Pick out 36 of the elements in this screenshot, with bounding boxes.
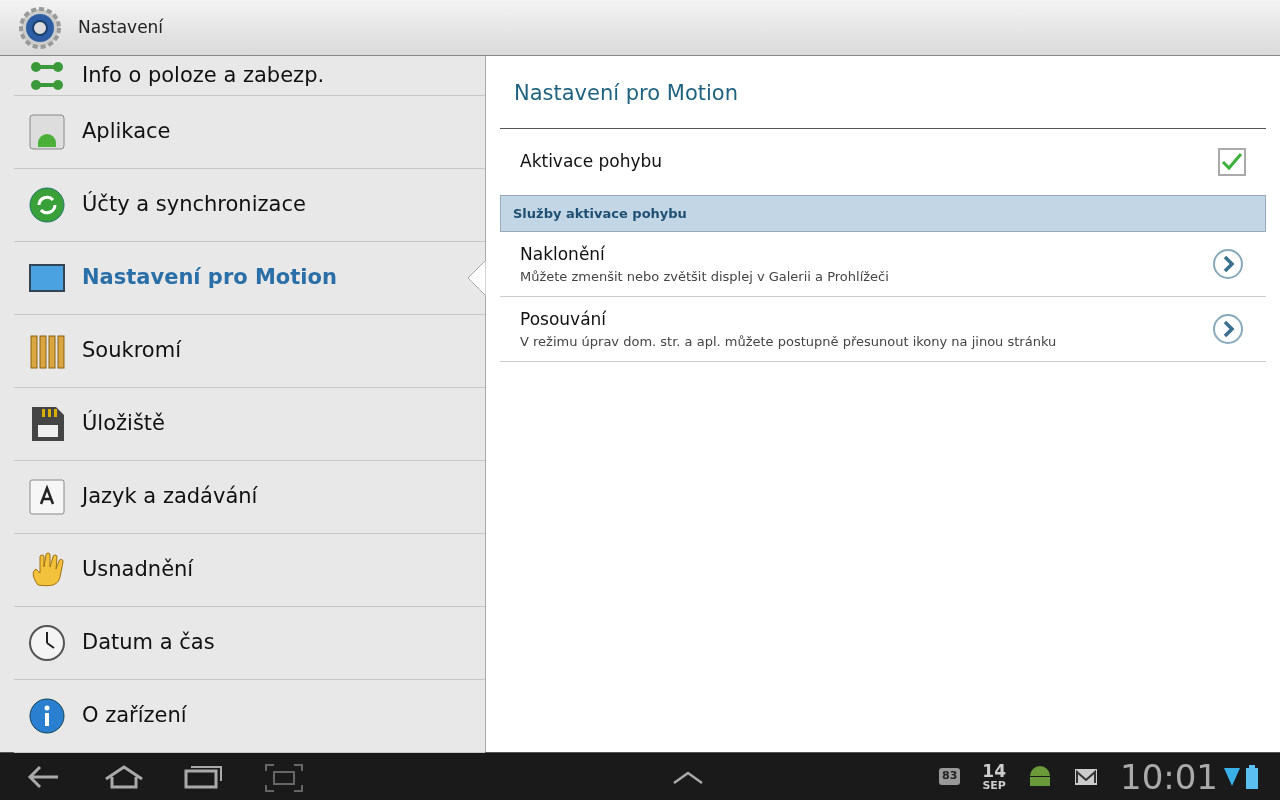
date-month: SEP — [982, 779, 1006, 791]
battery-icon — [1246, 764, 1258, 789]
section-header: Služby aktivace pohybu — [500, 194, 1266, 232]
sidebar-item[interactable]: Nastavení pro Motion — [14, 242, 485, 315]
sidebar-item[interactable]: Datum a čas — [14, 607, 485, 680]
screen-title: Nastavení — [78, 15, 164, 39]
notification-count: 83 — [939, 768, 961, 785]
wifi-icon — [1224, 765, 1240, 788]
sidebar-item[interactable]: Usnadnění — [14, 534, 485, 607]
item-summary: V režimu úprav dom. str. a apl. můžete postupně přesunout ikony na jinou stránku — [520, 333, 1057, 351]
fence-icon — [28, 332, 66, 370]
date-day: 14 — [982, 762, 1006, 780]
item-title: Naklonění — [520, 242, 606, 266]
detail-title: Nastavení pro Motion — [500, 56, 1266, 129]
sidebar-item[interactable]: Úložiště — [14, 388, 485, 461]
sidebar-item[interactable]: Účty a synchronizace — [14, 169, 485, 242]
preference-item[interactable]: Naklonění Můžete zmenšit nebo zvětšit displej v Galerii a Prohlížeči — [500, 232, 1266, 297]
clock-icon — [28, 624, 66, 662]
keyboard-key-icon — [28, 478, 66, 516]
item-title: Posouvání — [520, 307, 608, 331]
android-app-icon — [28, 113, 66, 151]
sidebar-item[interactable]: Soukromí — [14, 315, 485, 388]
chevron-right-icon — [1212, 313, 1244, 345]
preference-item[interactable]: Posouvání V režimu úprav dom. str. a apl. můžete postupně přesunout ikony na jinou stránku — [500, 297, 1266, 362]
checkbox[interactable] — [1218, 147, 1246, 176]
sidebar-item[interactable]: Info o poloze a zabezp. — [14, 56, 485, 96]
chevron-right-icon — [1212, 248, 1244, 280]
mail-icon — [1074, 767, 1098, 786]
gear-icon — [18, 5, 62, 50]
sync-icon — [28, 186, 66, 224]
toggle-label: Aktivace pohybu — [520, 149, 663, 173]
sidebar-item[interactable]: Jazyk a zadávání — [14, 461, 485, 534]
info-icon — [28, 697, 66, 735]
status-clock: 10:01 — [1120, 759, 1218, 794]
item-summary: Můžete zmenšit nebo zvětšit displej v Galerii a Prohlížeči — [520, 268, 889, 286]
sidebar-item[interactable]: Aplikace — [14, 96, 485, 169]
